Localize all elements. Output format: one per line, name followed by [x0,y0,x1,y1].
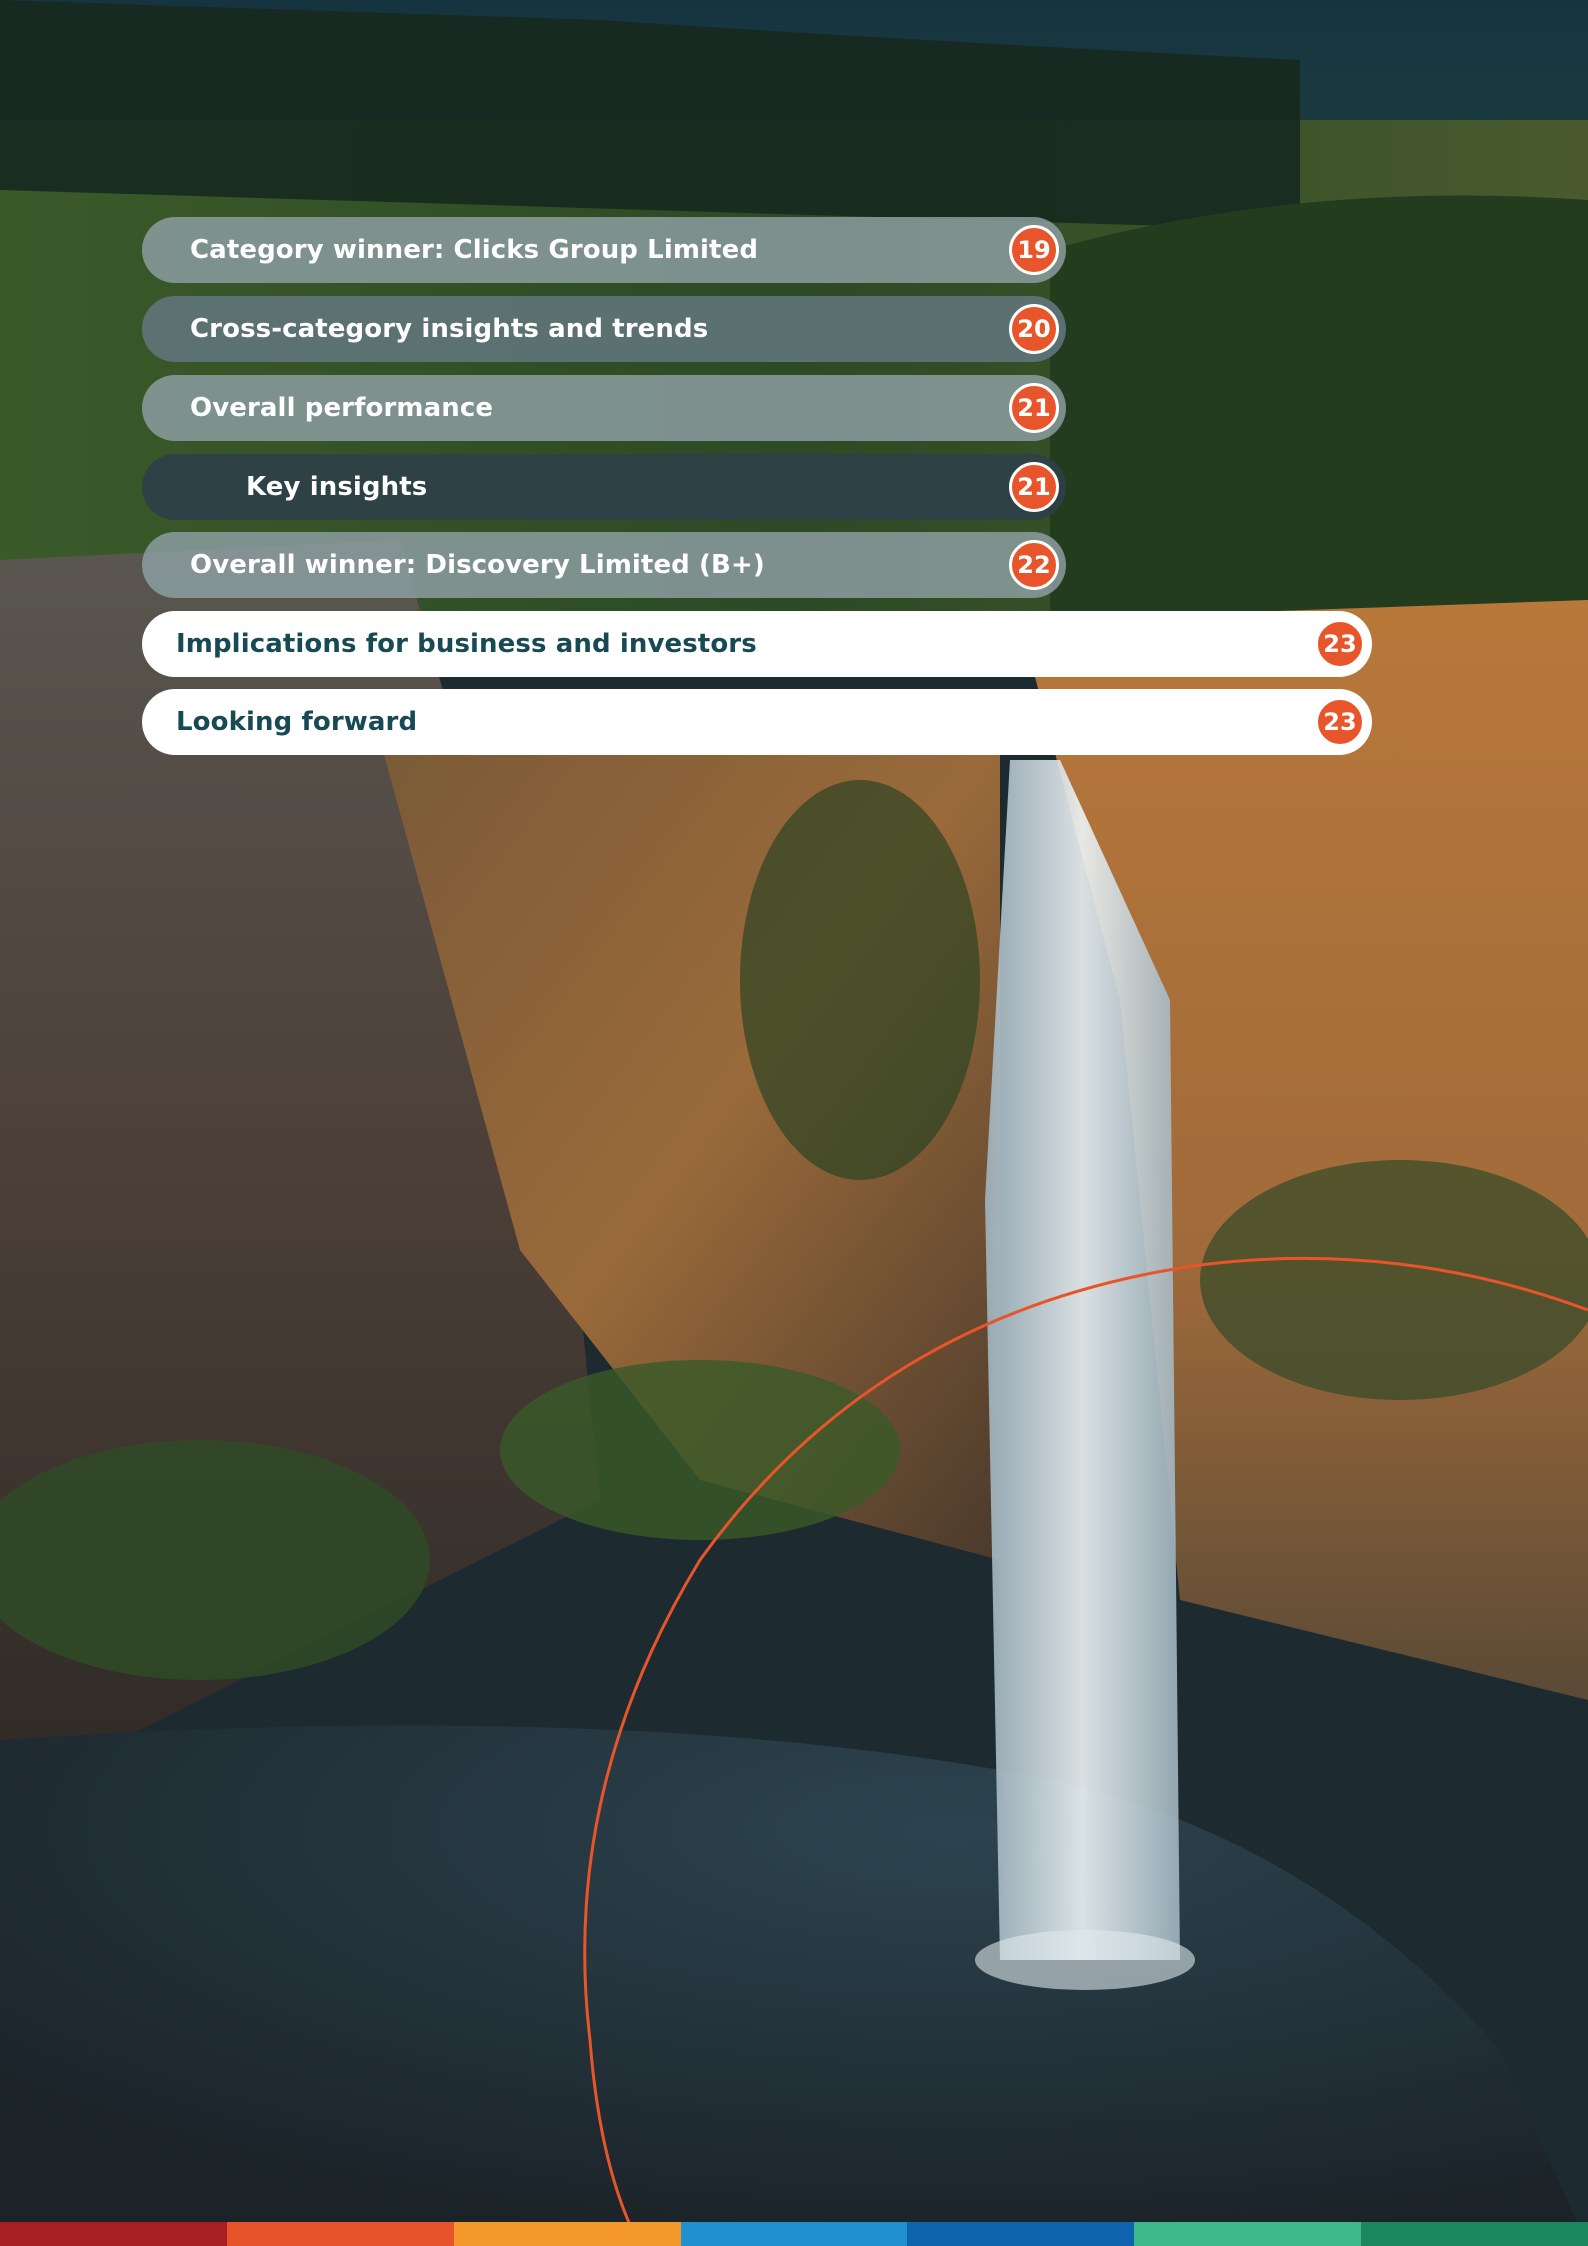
toc-entry-label: Implications for business and investors [176,629,757,659]
toc-entry-looking-forward[interactable]: Looking forward 23 [142,689,1372,755]
page-number-badge: 22 [1009,540,1059,590]
toc-entry-overall-performance[interactable]: Overall performance 21 [142,375,1066,441]
page-number-badge: 23 [1315,619,1365,669]
stripe-segment [680,2222,908,2246]
page-number-badge: 23 [1315,697,1365,747]
page-number-badge: 19 [1009,225,1059,275]
stripe-segment [0,2222,227,2246]
stripe-segment [453,2222,681,2246]
toc-entry-key-insights[interactable]: Key insights 21 [142,454,1066,520]
stripe-segment [226,2222,454,2246]
toc-entry-implications[interactable]: Implications for business and investors … [142,611,1372,677]
page-number-badge: 20 [1009,304,1059,354]
toc-entry-label: Category winner: Clicks Group Limited [190,235,759,265]
brand-colour-stripe [0,2222,1588,2246]
toc-entry-label: Looking forward [176,707,418,737]
stripe-segment [1134,2222,1362,2246]
page-number-badge: 21 [1009,462,1059,512]
toc-entry-clicks-group[interactable]: Category winner: Clicks Group Limited 19 [142,217,1066,283]
toc-entry-label: Overall winner: Discovery Limited (B+) [190,550,765,580]
toc-entry-label: Overall performance [190,393,494,423]
stripe-segment [1361,2222,1588,2246]
toc-entry-label: Cross-category insights and trends [190,314,709,344]
stripe-segment [907,2222,1135,2246]
page-number-badge: 21 [1009,383,1059,433]
toc-entry-cross-category[interactable]: Cross-category insights and trends 20 [142,296,1066,362]
toc-entry-label: Key insights [246,472,428,502]
toc-entry-overall-winner[interactable]: Overall winner: Discovery Limited (B+) 2… [142,532,1066,598]
